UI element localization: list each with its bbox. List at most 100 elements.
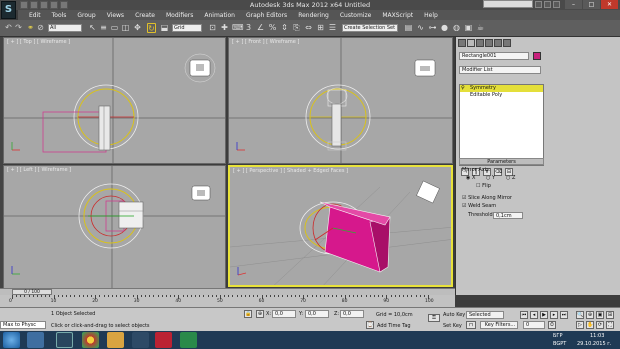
rectangular-selection-icon[interactable]: ▭ (110, 23, 119, 33)
default-in-out-icon[interactable]: ⊓ (466, 321, 476, 329)
go-to-end-icon[interactable]: ⏭ (560, 311, 568, 319)
menu-customize[interactable]: Customize (340, 12, 372, 19)
stack-item-editable-poly[interactable]: Editable Poly (460, 92, 543, 99)
next-frame-icon[interactable]: ▸ (550, 311, 558, 319)
select-manipulate-icon[interactable]: ✚ (220, 23, 229, 33)
app-taskbar-icon[interactable] (132, 332, 149, 348)
keyboard-shortcut-icon[interactable]: ⌨ (232, 23, 244, 33)
lightbulb-icon[interactable]: ♀ (461, 85, 465, 92)
percent-snap-icon[interactable]: % (268, 23, 277, 33)
start-button-icon[interactable] (3, 332, 20, 348)
pivot-center-icon[interactable]: ⊡ (208, 23, 217, 33)
select-scale-icon[interactable]: ⬓ (160, 23, 169, 33)
go-to-start-icon[interactable]: ⏮ (520, 311, 528, 319)
add-time-tag-button[interactable]: Add Time Tag (377, 323, 411, 329)
orbit-icon[interactable]: ⟳ (596, 321, 604, 329)
x-coordinate-input[interactable]: 0,0 (272, 310, 296, 318)
save-file-icon[interactable] (40, 1, 48, 9)
field-of-view-icon[interactable]: ▷ (576, 321, 584, 329)
viewport-perspective[interactable]: [ + ] [ Perspective ] [ Shaded + Edged F… (228, 165, 453, 287)
new-file-icon[interactable] (20, 1, 28, 9)
utilities-tab-icon[interactable] (503, 39, 511, 47)
clock-time[interactable]: 11:03 (590, 333, 604, 339)
menu-help[interactable]: Help (424, 12, 438, 19)
schematic-view-icon[interactable]: ⊶ (428, 23, 437, 33)
select-move-icon[interactable]: ✥ (133, 23, 142, 33)
create-tab-icon[interactable] (458, 39, 466, 47)
menu-tools[interactable]: Tools (52, 12, 67, 19)
key-icon[interactable]: ⚿ (428, 314, 440, 322)
redo-icon[interactable]: ↷ (14, 23, 23, 33)
object-name-field[interactable]: Rectangle001 (459, 52, 529, 60)
close-button[interactable]: ✕ (601, 0, 618, 9)
modifier-list-dropdown[interactable]: Modifier List (459, 66, 541, 74)
help-icon[interactable] (553, 0, 560, 8)
axis-x-radio[interactable]: ◉ X (466, 175, 475, 182)
unlink-icon[interactable]: ⊘ (36, 23, 45, 33)
absolute-mode-icon[interactable]: ⊕ (256, 310, 264, 318)
menu-edit[interactable]: Edit (29, 12, 41, 19)
play-icon[interactable]: ▶ (540, 311, 548, 319)
time-slider-track[interactable]: 0 / 100 (0, 288, 455, 295)
open-file-icon[interactable] (30, 1, 38, 9)
time-config-icon[interactable]: ⏱ (548, 321, 556, 329)
viewport-label[interactable]: [ + ] [ Front ] [ Wireframe ] (232, 39, 299, 45)
viewport-label[interactable]: [ + ] [ Left ] [ Wireframe ] (7, 167, 71, 173)
angle-snap-icon[interactable]: ∠ (256, 23, 265, 33)
modify-tab-icon[interactable] (467, 39, 475, 47)
menu-group[interactable]: Group (77, 12, 95, 19)
clock-date[interactable]: 29.10.2015 г. (577, 341, 611, 347)
zoom-extents-all-icon[interactable]: ⊞ (606, 311, 614, 319)
app2-taskbar-icon[interactable] (155, 332, 172, 348)
star-icon[interactable] (544, 0, 551, 8)
ie-taskbar-icon[interactable] (27, 332, 44, 348)
remove-modifier-icon[interactable]: ⌫ (494, 168, 502, 176)
key-filters-button[interactable]: Key Filters... (480, 321, 518, 329)
language-indicator-secondary[interactable]: BGPT (553, 341, 566, 347)
y-coordinate-input[interactable]: 0,0 (305, 310, 329, 318)
menu-create[interactable]: Create (135, 12, 155, 19)
zoom-icon[interactable]: 🔍 (576, 311, 584, 319)
viewport-front[interactable]: [ + ] [ Front ] [ Wireframe ] (228, 37, 453, 164)
rendered-frame-icon[interactable]: ▣ (464, 23, 473, 33)
auto-key-button[interactable]: Auto Key (443, 312, 465, 318)
redo-icon[interactable] (60, 1, 68, 9)
maximize-viewport-icon[interactable]: ⛶ (606, 321, 614, 329)
set-key-button[interactable]: Set Key (443, 323, 462, 329)
layer-manager-icon[interactable]: ☰ (328, 23, 337, 33)
app-logo-icon[interactable]: S (1, 1, 16, 19)
zoom-all-icon[interactable]: ⊕ (586, 311, 594, 319)
mirror-icon[interactable]: ⇔ (304, 23, 313, 33)
flip-checkbox[interactable]: ☐ Flip (476, 183, 491, 190)
slice-along-mirror-checkbox[interactable]: ☑ Slice Along Mirror (462, 195, 512, 202)
edit-named-selection-icon[interactable]: ⎘ (292, 23, 301, 33)
explorer-taskbar-icon[interactable] (107, 332, 124, 348)
chrome-taskbar-icon[interactable] (82, 332, 99, 348)
motion-tab-icon[interactable] (485, 39, 493, 47)
viewport-left[interactable]: [ + ] [ Left ] [ Wireframe ] (3, 165, 226, 292)
weld-seam-checkbox[interactable]: ☑ Weld Seam (462, 203, 496, 210)
zoom-extents-icon[interactable]: ▣ (596, 311, 604, 319)
render-setup-icon[interactable]: ◍ (452, 23, 461, 33)
select-by-name-icon[interactable]: ≡ (99, 23, 108, 33)
maxscript-listener-input[interactable]: Max to Physc (0, 321, 46, 329)
stack-item-symmetry[interactable]: ♀ Symmetry (460, 85, 543, 92)
render-production-icon[interactable]: ☕ (476, 23, 485, 33)
parameters-rollout-header[interactable]: Parameters (459, 158, 544, 165)
select-rotate-icon[interactable]: ↻ (147, 23, 156, 33)
menu-views[interactable]: Views (107, 12, 124, 19)
curve-editor-icon[interactable]: ∿ (416, 23, 425, 33)
track-bar[interactable]: 0 10 20 30 40 50 60 70 80 90 100 (0, 295, 455, 307)
minimize-button[interactable]: – (565, 0, 582, 9)
undo-icon[interactable]: ↶ (4, 23, 13, 33)
select-object-icon[interactable]: ↖ (88, 23, 97, 33)
viewport-label[interactable]: [ + ] [ Perspective ] [ Shaded + Edged F… (233, 168, 348, 174)
align-icon[interactable]: ⊞ (316, 23, 325, 33)
material-editor-icon[interactable]: ● (440, 23, 449, 33)
lock-selection-icon[interactable]: 🔒 (244, 310, 252, 318)
hierarchy-tab-icon[interactable] (476, 39, 484, 47)
undo-icon[interactable] (50, 1, 58, 9)
pan-view-icon[interactable]: ✋ (586, 321, 594, 329)
window-crossing-icon[interactable]: ◫ (121, 23, 130, 33)
spinner-snap-icon[interactable]: ⇕ (280, 23, 289, 33)
